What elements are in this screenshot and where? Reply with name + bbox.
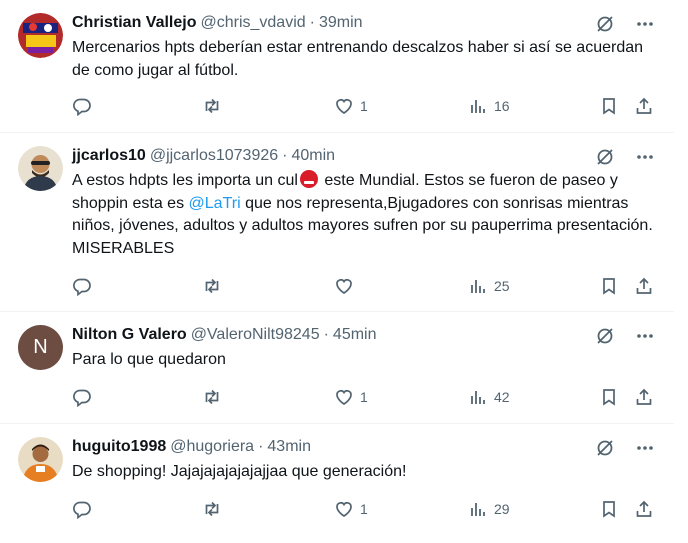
tweet-text: De shopping! Jajajajajajajajjaa que gene… bbox=[72, 463, 407, 480]
display-name[interactable]: huguito1998 bbox=[72, 437, 166, 457]
tweet-actions: 1 16 bbox=[72, 96, 656, 120]
display-name[interactable]: Nilton G Valero bbox=[72, 325, 187, 345]
retweet-icon bbox=[205, 389, 219, 405]
avatar[interactable] bbox=[18, 146, 63, 191]
reply-button[interactable] bbox=[72, 96, 98, 116]
heart-icon bbox=[336, 99, 352, 114]
more-options-icon[interactable] bbox=[634, 437, 656, 459]
bookmark-icon bbox=[603, 278, 615, 295]
views-chart-icon bbox=[471, 280, 485, 293]
tweet-actions: 1 42 bbox=[72, 387, 656, 411]
tweet[interactable]: jjcarlos10 @jjcarlos1073926 · 40min A es… bbox=[0, 133, 674, 312]
bookmark-icon bbox=[603, 501, 615, 518]
tweet-header: jjcarlos10 @jjcarlos1073926 · 40min bbox=[72, 146, 656, 166]
reply-button[interactable] bbox=[72, 387, 98, 407]
bookmark-icon bbox=[603, 98, 615, 115]
heart-icon bbox=[336, 390, 352, 405]
views-chart-icon bbox=[471, 100, 485, 113]
bookmark-icon bbox=[603, 389, 615, 406]
bookmark-button[interactable] bbox=[599, 96, 619, 116]
avatar[interactable]: N bbox=[18, 325, 63, 370]
more-options-icon[interactable] bbox=[634, 13, 656, 35]
avatar[interactable] bbox=[18, 437, 63, 482]
heart-icon bbox=[336, 279, 352, 294]
user-handle[interactable]: @hugoriera bbox=[170, 437, 254, 457]
tweet[interactable]: Christian Vallejo @chris_vdavid · 39min … bbox=[0, 0, 674, 133]
display-name[interactable]: jjcarlos10 bbox=[72, 146, 146, 166]
tweet-header: huguito1998 @hugoriera · 43min bbox=[72, 437, 656, 457]
tweet-text: Para lo que quedaron bbox=[72, 351, 226, 368]
share-icon bbox=[636, 388, 652, 405]
mention-link[interactable]: @LaTri bbox=[189, 195, 241, 212]
user-handle[interactable]: @ValeroNilt98245 bbox=[191, 325, 320, 345]
like-button[interactable]: 1 bbox=[334, 96, 368, 116]
reply-icon bbox=[73, 278, 91, 296]
bookmark-button[interactable] bbox=[599, 499, 619, 519]
retweet-icon bbox=[205, 98, 219, 114]
grok-icon[interactable] bbox=[594, 437, 616, 459]
share-button[interactable] bbox=[634, 499, 654, 519]
like-button[interactable]: 1 bbox=[334, 387, 368, 407]
share-icon bbox=[636, 97, 652, 114]
timestamp[interactable]: 43min bbox=[267, 437, 311, 457]
grok-icon[interactable] bbox=[594, 13, 616, 35]
separator-dot: · bbox=[323, 326, 329, 343]
share-icon bbox=[636, 500, 652, 517]
share-button[interactable] bbox=[634, 96, 654, 116]
views-button[interactable]: 42 bbox=[468, 387, 510, 407]
share-button[interactable] bbox=[634, 387, 654, 407]
reply-icon bbox=[73, 501, 91, 519]
tweet-actions: 1 29 bbox=[72, 499, 656, 523]
timestamp[interactable]: 45min bbox=[333, 325, 377, 345]
share-icon bbox=[636, 277, 652, 294]
bookmark-button[interactable] bbox=[599, 276, 619, 296]
separator-dot: · bbox=[258, 438, 264, 455]
retweet-button[interactable] bbox=[202, 387, 228, 407]
tweet-header: Christian Vallejo @chris_vdavid · 39min bbox=[72, 13, 656, 33]
separator-dot: · bbox=[282, 147, 288, 164]
views-button[interactable]: 25 bbox=[468, 276, 510, 296]
bookmark-button[interactable] bbox=[599, 387, 619, 407]
share-button[interactable] bbox=[634, 276, 654, 296]
tweet-actions: 25 bbox=[72, 276, 656, 300]
retweet-button[interactable] bbox=[202, 499, 228, 519]
views-button[interactable]: 16 bbox=[468, 96, 510, 116]
tweet-feed: Christian Vallejo @chris_vdavid · 39min … bbox=[0, 0, 674, 536]
retweet-icon bbox=[205, 278, 219, 294]
reply-icon bbox=[73, 389, 91, 407]
timestamp[interactable]: 39min bbox=[319, 13, 363, 33]
heart-icon bbox=[336, 502, 352, 517]
tweet-text-part: A estos hdpts les importa un cul bbox=[72, 172, 298, 189]
separator-dot: · bbox=[309, 14, 315, 31]
tweet-header: Nilton G Valero @ValeroNilt98245 · 45min bbox=[72, 325, 656, 345]
views-chart-icon bbox=[471, 391, 485, 404]
retweet-button[interactable] bbox=[202, 276, 228, 296]
tweet-text: Mercenarios hpts deberían estar entrenan… bbox=[72, 39, 644, 79]
grok-icon[interactable] bbox=[594, 146, 616, 168]
retweet-button[interactable] bbox=[202, 96, 228, 116]
timestamp[interactable]: 40min bbox=[291, 146, 335, 166]
grok-icon[interactable] bbox=[594, 325, 616, 347]
tweet-text: A estos hdpts les importa un cul este Mu… bbox=[72, 170, 656, 260]
views-chart-icon bbox=[471, 503, 485, 516]
more-options-icon[interactable] bbox=[634, 146, 656, 168]
display-name[interactable]: Christian Vallejo bbox=[72, 13, 196, 33]
reply-button[interactable] bbox=[72, 499, 98, 519]
more-options-icon[interactable] bbox=[634, 325, 656, 347]
tweet[interactable]: huguito1998 @hugoriera · 43min De shoppi… bbox=[0, 424, 674, 536]
reply-button[interactable] bbox=[72, 276, 98, 296]
user-handle[interactable]: @chris_vdavid bbox=[200, 13, 305, 33]
user-handle[interactable]: @jjcarlos1073926 bbox=[150, 146, 278, 166]
angry-face-emoji-icon bbox=[299, 170, 318, 188]
tweet[interactable]: N Nilton G Valero @ValeroNilt98245 · 45m… bbox=[0, 312, 674, 424]
views-button[interactable]: 29 bbox=[468, 499, 510, 519]
avatar-initial: N bbox=[33, 336, 48, 358]
reply-icon bbox=[73, 98, 91, 116]
like-button[interactable] bbox=[334, 276, 360, 296]
retweet-icon bbox=[205, 501, 219, 517]
avatar[interactable] bbox=[18, 13, 63, 58]
like-button[interactable]: 1 bbox=[334, 499, 368, 519]
